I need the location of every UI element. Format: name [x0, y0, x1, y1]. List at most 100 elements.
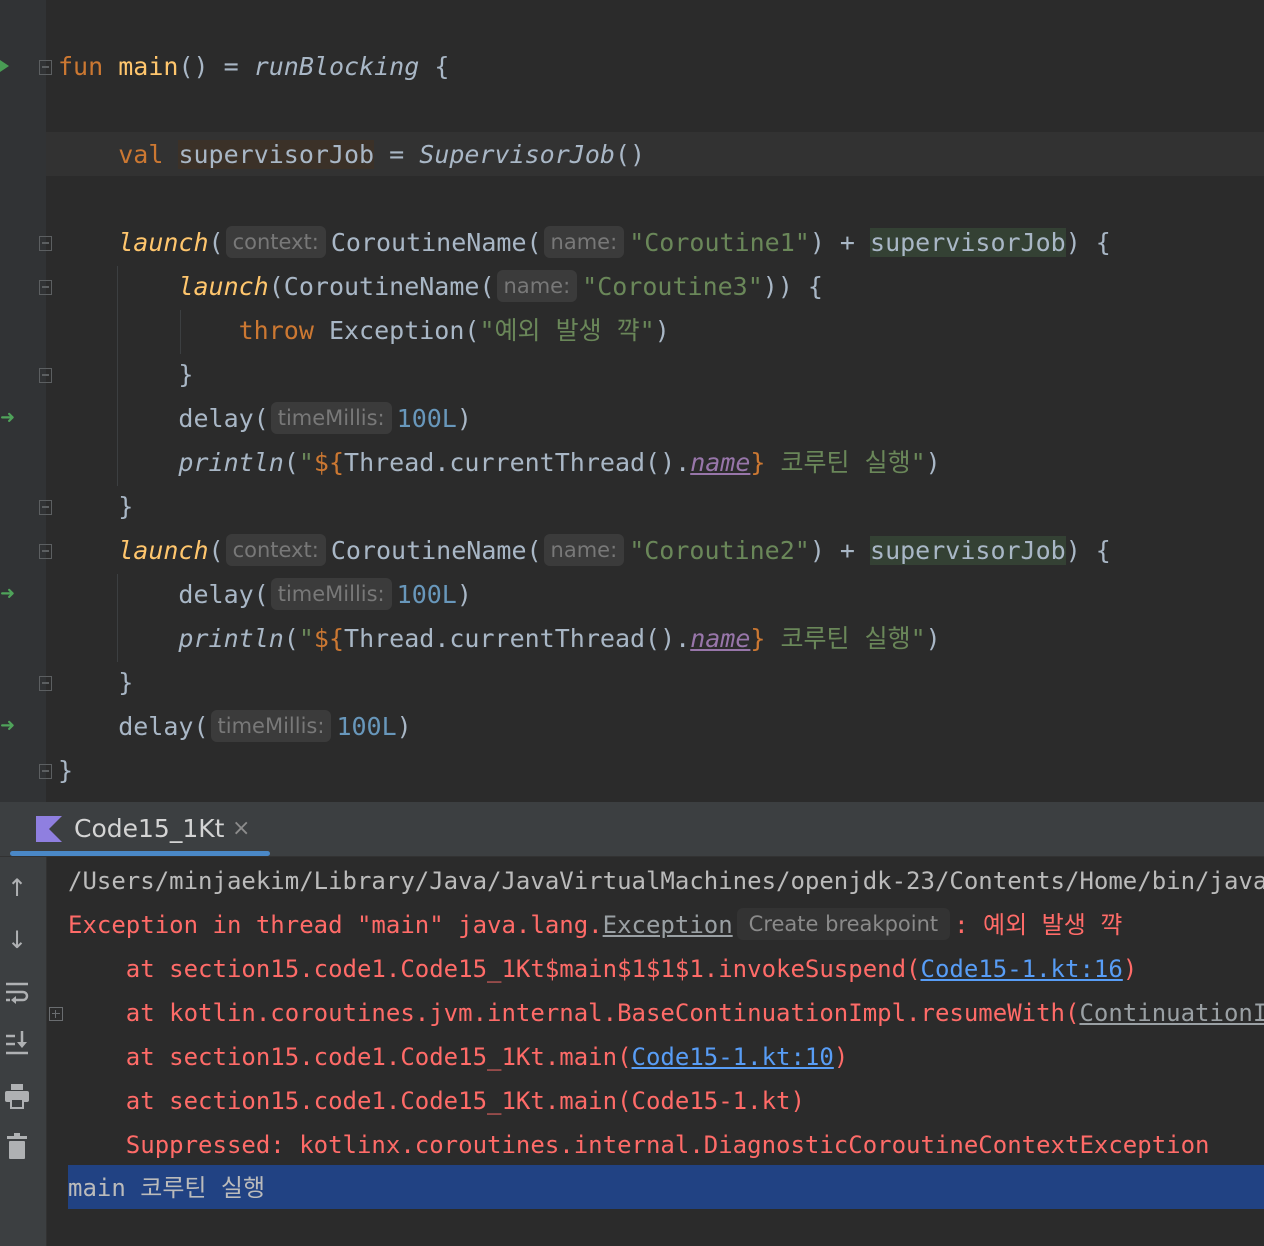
source-link[interactable]: Exception	[603, 911, 733, 939]
code-text: )	[925, 624, 941, 653]
error-text: Exception in thread "main" java.lang.	[68, 911, 603, 939]
code-text: (	[208, 228, 224, 257]
code-line[interactable]: launch(context: CoroutineName(name: "Corou…	[58, 529, 1111, 573]
code-text: () =	[178, 52, 254, 81]
code-line[interactable]: println("${Thread.currentThread().name} …	[58, 617, 941, 661]
code-text: main 코루틴 실행	[68, 1174, 266, 1202]
trash-icon[interactable]	[4, 1131, 30, 1161]
parameter-hint: name:	[543, 226, 625, 258]
console-line: /Users/minjaekim/Library/Java/JavaVirtua…	[68, 859, 1264, 903]
code-text: (	[283, 448, 299, 477]
console-line: at section15.code1.Code15_1Kt.main(Code1…	[68, 1079, 805, 1123]
number-literal: 100L	[336, 712, 397, 741]
code-line[interactable]: delay(timeMillis: 100L)	[58, 573, 472, 617]
scroll-to-end-icon[interactable]	[4, 1027, 30, 1057]
code-editor[interactable]: ➜ ➜ ➜ fun main() = runBlocking { val sup…	[0, 0, 1264, 802]
down-arrow-icon[interactable]: ↓	[4, 925, 30, 955]
fold-marker-icon[interactable]	[39, 280, 52, 295]
parameter-hint: timeMillis:	[270, 578, 392, 610]
code-text: ) +	[809, 228, 871, 257]
code-line[interactable]: }	[58, 485, 133, 529]
console-output[interactable]: /Users/minjaekim/Library/Java/JavaVirtua…	[47, 857, 1264, 1246]
code-text: )	[456, 580, 472, 609]
console-line: main 코루틴 실행	[68, 1166, 265, 1210]
code-line[interactable]: throw Exception("예외 발생 꺅")	[58, 309, 670, 353]
run-icon[interactable]	[0, 60, 9, 72]
code-line[interactable]: launch(context: CoroutineName(name: "Corou…	[58, 221, 1111, 265]
variable-ref: supervisorJob	[870, 536, 1066, 565]
fold-marker-icon[interactable]	[39, 500, 52, 515]
code-text: ${	[313, 624, 345, 653]
code-line[interactable]: val supervisorJob = SupervisorJob()	[58, 133, 645, 177]
string-literal: "Coroutine2"	[629, 536, 810, 565]
expand-icon[interactable]	[49, 1007, 63, 1021]
code-text: ) {	[1065, 536, 1111, 565]
code-line[interactable]: }	[58, 661, 133, 705]
code-text: }	[750, 448, 766, 477]
error-text: )	[1122, 955, 1138, 983]
code-text: ()	[614, 140, 646, 169]
code-line[interactable]: delay(timeMillis: 100L)	[58, 705, 412, 749]
string-literal: "예외 발생 꺅"	[479, 316, 655, 345]
fold-marker-icon[interactable]	[39, 236, 52, 251]
code-text: }	[750, 624, 766, 653]
parameter-hint: name:	[543, 534, 625, 566]
error-text: at section15.code1.Code15_1Kt$main$1$1$1…	[68, 955, 921, 983]
source-link[interactable]: ContinuationImpl.kt:33	[1079, 999, 1264, 1027]
code-text: )	[396, 712, 412, 741]
code-text: runBlocking	[253, 52, 420, 81]
soft-wrap-icon[interactable]	[4, 977, 30, 1007]
parameter-hint: context:	[225, 226, 326, 258]
source-link[interactable]: Code15-1.kt:10	[632, 1043, 834, 1071]
code-line[interactable]: }	[58, 353, 193, 397]
suspend-call-icon: ➜	[0, 407, 16, 428]
fold-marker-icon[interactable]	[39, 368, 52, 383]
function-call: launch	[178, 272, 269, 301]
code-line[interactable]: }	[58, 749, 73, 793]
code-text: (CoroutineName(	[268, 272, 495, 301]
error-text: )	[833, 1043, 849, 1071]
keyword: val	[118, 140, 164, 169]
code-line[interactable]: delay(timeMillis: 100L)	[58, 397, 472, 441]
code-text: }	[58, 492, 134, 521]
variable-ref: supervisorJob	[178, 140, 375, 169]
code-line[interactable]: fun main() = runBlocking {	[58, 45, 449, 89]
code-line[interactable]: launch(CoroutineName(name: "Coroutine3"))…	[58, 265, 823, 309]
source-link[interactable]: Code15-1.kt:16	[921, 955, 1123, 983]
print-icon[interactable]	[4, 1081, 30, 1111]
fold-marker-icon[interactable]	[39, 544, 52, 559]
parameter-hint: timeMillis:	[210, 710, 332, 742]
code-text: ${	[313, 448, 345, 477]
error-text: at section15.code1.Code15_1Kt.main(Code1…	[68, 1087, 805, 1115]
console-line: at section15.code1.Code15_1Kt.main(Code1…	[68, 1035, 848, 1079]
fold-marker-icon[interactable]	[39, 60, 52, 75]
console-line: at section15.code1.Code15_1Kt$main$1$1$1…	[68, 947, 1137, 991]
code-text: SupervisorJob	[419, 140, 615, 169]
code-text: =	[374, 140, 420, 169]
error-text: Suppressed: kotlinx.coroutines.internal.…	[68, 1131, 1210, 1159]
string-literal: 코루틴 실행"	[765, 624, 926, 653]
fold-marker-icon[interactable]	[39, 764, 52, 779]
run-tab-label: Code15_1Kt	[74, 814, 225, 843]
fold-marker-icon[interactable]	[39, 676, 52, 691]
keyword: throw	[238, 316, 314, 345]
console-line: Exception in thread "main" java.lang.Exc…	[68, 903, 1122, 947]
code-text: Exception(	[313, 316, 480, 345]
variable-ref: supervisorJob	[870, 228, 1066, 257]
property-ref: name	[690, 448, 751, 477]
string-literal: "	[298, 448, 314, 477]
code-text: delay(	[58, 580, 269, 609]
up-arrow-icon[interactable]: ↑	[4, 873, 30, 903]
function-call: main	[118, 52, 179, 81]
code-text: {	[419, 52, 450, 81]
error-text: at kotlin.coroutines.jvm.internal.BaseCo…	[68, 999, 1080, 1027]
run-tab[interactable]: Code15_1Kt ×	[10, 802, 270, 856]
code-text: delay(	[58, 404, 269, 433]
code-text: Thread.currentThread().	[344, 624, 691, 653]
close-icon[interactable]: ×	[232, 814, 250, 844]
code-line[interactable]: println("${Thread.currentThread().name} …	[58, 441, 940, 485]
parameter-hint: Create breakpoint	[736, 908, 951, 940]
